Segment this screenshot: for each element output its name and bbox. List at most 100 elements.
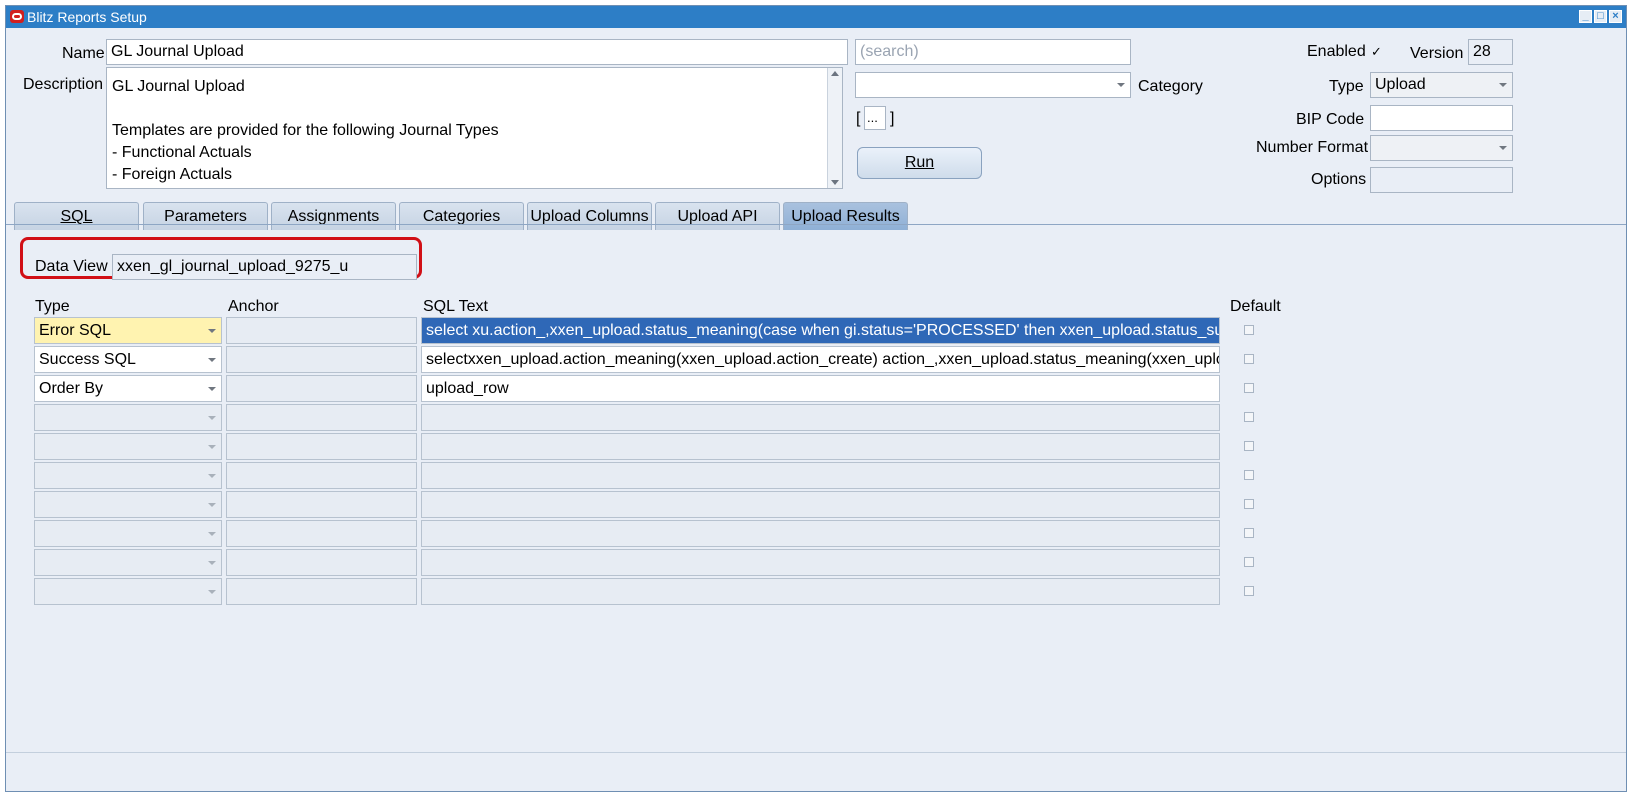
tab-parameters[interactable]: Parameters	[143, 202, 268, 230]
row-type-dropdown[interactable]	[34, 491, 222, 518]
row-default-checkbox[interactable]	[1244, 354, 1254, 364]
row-type-dropdown[interactable]	[34, 433, 222, 460]
version-field: 28	[1468, 39, 1513, 65]
name-label: Name	[62, 45, 105, 62]
description-line: GL Journal Upload	[112, 78, 245, 95]
chevron-down-icon	[208, 502, 216, 507]
chevron-down-icon	[208, 531, 216, 536]
row-anchor-field[interactable]	[226, 404, 417, 431]
description-line: - Foreign Actuals	[112, 166, 233, 183]
description-line: Templates are provided for the following…	[112, 122, 499, 139]
row-sql-text-field[interactable]	[421, 491, 1220, 518]
row-type-dropdown[interactable]	[34, 578, 222, 605]
tab-label: Assignments	[287, 208, 380, 225]
oracle-logo-icon	[10, 10, 24, 23]
options-field[interactable]	[1370, 167, 1513, 193]
data-view-field[interactable]: xxen_gl_journal_upload_9275_u	[112, 254, 417, 280]
number-format-label: Number Format	[1256, 139, 1369, 156]
chevron-down-icon	[208, 328, 216, 333]
row-default-checkbox[interactable]	[1244, 470, 1254, 480]
row-default-checkbox[interactable]	[1244, 383, 1254, 393]
chevron-down-icon	[1499, 83, 1507, 87]
tab-upload-api[interactable]: Upload API	[655, 202, 780, 230]
minimize-icon[interactable]: _	[1579, 10, 1592, 23]
category-dropdown[interactable]	[855, 72, 1131, 98]
tab-categories[interactable]: Categories	[399, 202, 524, 230]
bracket-open: [	[856, 110, 861, 127]
row-sql-text-field[interactable]	[421, 462, 1220, 489]
row-type-dropdown[interactable]	[34, 462, 222, 489]
close-icon[interactable]: ×	[1609, 10, 1622, 23]
ellipsis-button[interactable]: ...	[864, 106, 886, 130]
row-default-checkbox[interactable]	[1244, 528, 1254, 538]
name-field[interactable]: GL Journal Upload	[106, 39, 848, 65]
tab-label: Upload Results	[791, 208, 900, 225]
row-anchor-field[interactable]	[226, 346, 417, 373]
row-type-dropdown[interactable]: Success SQL	[34, 346, 222, 373]
chevron-down-icon	[1499, 146, 1507, 150]
row-default-checkbox[interactable]	[1244, 325, 1254, 335]
number-format-dropdown[interactable]	[1370, 135, 1513, 161]
row-sql-text-field[interactable]	[421, 520, 1220, 547]
chevron-down-icon	[208, 415, 216, 420]
row-type-dropdown[interactable]	[34, 404, 222, 431]
row-anchor-field[interactable]	[226, 317, 417, 344]
row-type-dropdown[interactable]: Order By	[34, 375, 222, 402]
description-scrollbar[interactable]	[827, 68, 842, 188]
enabled-checkbox[interactable]: ✓	[1371, 44, 1382, 60]
row-anchor-field[interactable]	[226, 462, 417, 489]
tab-label: Upload Columns	[530, 208, 649, 225]
tab-assignments[interactable]: Assignments	[271, 202, 396, 230]
row-anchor-field[interactable]	[226, 375, 417, 402]
row-anchor-field[interactable]	[226, 549, 417, 576]
column-header-anchor: Anchor	[228, 298, 279, 315]
column-header-default: Default	[1230, 298, 1281, 315]
row-anchor-field[interactable]	[226, 433, 417, 460]
row-default-checkbox[interactable]	[1244, 412, 1254, 422]
row-sql-text-field[interactable]: select xu.action_,xxen_upload.status_mea…	[421, 317, 1220, 344]
panel-bottom-edge	[6, 752, 1626, 753]
row-anchor-field[interactable]	[226, 491, 417, 518]
type-value: Upload	[1375, 76, 1426, 93]
window-title: Blitz Reports Setup	[27, 9, 147, 25]
row-sql-text-field[interactable]	[421, 404, 1220, 431]
column-header-type: Type	[35, 298, 70, 315]
row-type-dropdown[interactable]: Error SQL	[34, 317, 222, 344]
tab-label: Categories	[422, 208, 501, 225]
row-sql-text-field[interactable]	[421, 433, 1220, 460]
row-sql-text-field[interactable]: upload_row	[421, 375, 1220, 402]
row-default-checkbox[interactable]	[1244, 499, 1254, 509]
search-field[interactable]: (search)	[855, 39, 1131, 65]
chevron-down-icon	[208, 560, 216, 565]
options-label: Options	[1311, 171, 1367, 188]
tab-label: SQL	[60, 208, 93, 225]
row-default-checkbox[interactable]	[1244, 557, 1254, 567]
row-anchor-field[interactable]	[226, 520, 417, 547]
row-type-dropdown[interactable]	[34, 549, 222, 576]
category-label: Category	[1138, 78, 1203, 95]
column-header-sql-text: SQL Text	[423, 298, 488, 315]
row-sql-text-field[interactable]	[421, 549, 1220, 576]
row-type-dropdown[interactable]	[34, 520, 222, 547]
row-default-checkbox[interactable]	[1244, 586, 1254, 596]
maximize-icon[interactable]: □	[1594, 10, 1607, 23]
tab-sql[interactable]: SQL	[14, 202, 139, 230]
type-dropdown[interactable]: Upload	[1370, 72, 1513, 98]
row-default-checkbox[interactable]	[1244, 441, 1254, 451]
tab-upload-columns[interactable]: Upload Columns	[527, 202, 652, 230]
bip-code-field[interactable]	[1370, 105, 1513, 131]
tab-upload-results[interactable]: Upload Results	[783, 202, 908, 230]
scroll-up-icon[interactable]	[831, 71, 839, 76]
row-anchor-field[interactable]	[226, 578, 417, 605]
data-view-label: Data View	[35, 258, 108, 275]
tab-label: Parameters	[164, 208, 247, 225]
run-button[interactable]: Run	[857, 147, 982, 179]
description-textarea[interactable]: GL Journal Upload Templates are provided…	[106, 67, 843, 189]
title-bar[interactable]: Blitz Reports Setup _ □ ×	[6, 6, 1626, 28]
scroll-down-icon[interactable]	[831, 180, 839, 185]
row-sql-text-field[interactable]	[421, 578, 1220, 605]
tab-label: Upload API	[677, 208, 758, 225]
chevron-down-icon	[208, 473, 216, 478]
row-sql-text-field[interactable]: selectxxen_upload.action_meaning(xxen_up…	[421, 346, 1220, 373]
chevron-down-icon	[1117, 83, 1125, 87]
